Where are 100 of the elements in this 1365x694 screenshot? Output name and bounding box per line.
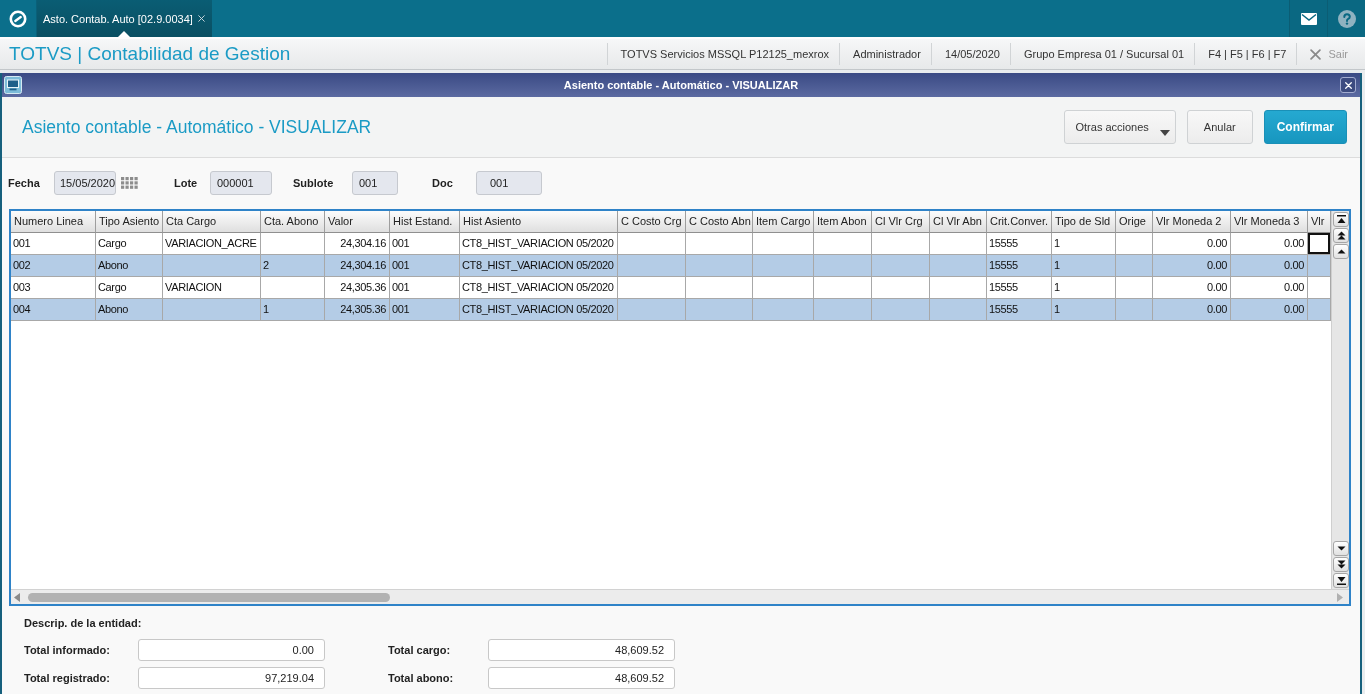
total-label: Total informado: (24, 644, 111, 656)
table-cell (814, 277, 872, 299)
column-header[interactable]: Hist Estand. (390, 211, 460, 233)
table-cell: 1 (1052, 255, 1116, 277)
page-down-button[interactable] (1333, 557, 1349, 572)
arrow-to-bottom-icon (1336, 576, 1346, 585)
column-header[interactable]: Cta. Abono (261, 211, 325, 233)
horizontal-scrollbar[interactable] (11, 589, 1349, 604)
table-cell (753, 255, 814, 277)
help-icon (1337, 9, 1356, 28)
column-header[interactable]: Vlr (1308, 211, 1331, 233)
app-tab[interactable]: Asto. Contab. Auto [02.9.0034] (37, 0, 212, 37)
scroll-up-button[interactable] (1333, 244, 1349, 259)
environment-label: TOTVS Servicios MSSQL P12125_mexrox (606, 43, 840, 65)
table-cell: VARIACION_ACRE (163, 233, 261, 255)
table-cell (930, 299, 987, 321)
window-title: Asiento contable - Automático - VISUALIZAR (562, 79, 800, 91)
table-cell (872, 277, 930, 299)
column-header[interactable]: Item Cargo (753, 211, 814, 233)
table-cell (930, 233, 987, 255)
help-button[interactable] (1327, 0, 1365, 37)
total-label: Total abono: (388, 672, 455, 684)
more-actions-button[interactable]: Otras acciones (1064, 110, 1176, 144)
table-cell: 001 (390, 255, 460, 277)
table-cell: 0.00 (1153, 299, 1231, 321)
vertical-scrollbar[interactable] (1331, 211, 1349, 589)
table-cell: 0.00 (1231, 277, 1308, 299)
table-cell (1116, 255, 1153, 277)
arrow-up-icon (1336, 247, 1346, 256)
table-cell: 24,305.36 (325, 299, 390, 321)
amount-field[interactable]: 0.00 (138, 639, 325, 661)
column-header[interactable]: Cl Vlr Abn (930, 211, 987, 233)
shortcut-keys-label: F4 | F5 | F6 | F7 (1194, 43, 1297, 65)
column-header[interactable]: Orige (1116, 211, 1153, 233)
table-cell: 001 (11, 233, 96, 255)
text-field[interactable]: 001 (352, 171, 398, 195)
scroll-top-button[interactable] (1333, 212, 1349, 227)
table-cell (686, 277, 753, 299)
close-icon (1344, 81, 1352, 89)
date-field[interactable]: 15/05/2020 (54, 171, 116, 195)
table-cell (872, 255, 930, 277)
table-cell: 15555 (987, 299, 1052, 321)
amount-field[interactable]: 48,609.52 (488, 639, 675, 661)
column-header[interactable]: Cta Cargo (163, 211, 261, 233)
column-header[interactable]: Item Abon (814, 211, 872, 233)
scrollbar-thumb[interactable] (28, 592, 390, 602)
double-arrow-down-icon (1336, 560, 1346, 569)
table-cell: CT8_HIST_VARIACION 05/2020 (460, 277, 618, 299)
field-label: Sublote (293, 177, 335, 189)
cancel-button[interactable]: Anular (1186, 110, 1253, 144)
scroll-down-button[interactable] (1333, 541, 1349, 556)
column-header[interactable]: Vlr Moneda 3 (1231, 211, 1308, 233)
column-header[interactable]: Vlr Moneda 2 (1153, 211, 1231, 233)
table-cell: 24,304.16 (325, 255, 390, 277)
column-header[interactable]: C Costo Abn (686, 211, 753, 233)
table-cell (618, 233, 686, 255)
column-header[interactable]: Tipo Asiento (96, 211, 163, 233)
table-cell (618, 255, 686, 277)
column-header[interactable]: Numero Linea (11, 211, 96, 233)
table-cell: CT8_HIST_VARIACION 05/2020 (460, 299, 618, 321)
table-cell (618, 277, 686, 299)
column-header[interactable]: Cl Vlr Crg (872, 211, 930, 233)
table-cell: 0.00 (1231, 233, 1308, 255)
amount-field[interactable]: 97,219.04 (138, 667, 325, 689)
table-cell: Cargo (96, 233, 163, 255)
column-header[interactable]: Crit.Conver. (987, 211, 1052, 233)
table-cell: Cargo (96, 277, 163, 299)
table-cell (686, 233, 753, 255)
calendar-icon[interactable] (121, 177, 138, 189)
mail-button[interactable] (1289, 0, 1327, 37)
text-field[interactable]: 000001 (210, 171, 272, 195)
description-label: Descrip. de la entidad: (24, 616, 143, 630)
text-field[interactable]: 001 (476, 171, 542, 195)
company-label: Grupo Empresa 01 / Sucursal 01 (1009, 43, 1195, 65)
close-button[interactable] (1340, 77, 1356, 93)
table-cell: CT8_HIST_VARIACION 05/2020 (460, 233, 618, 255)
table-cell: 0.00 (1231, 255, 1308, 277)
app-title: TOTVS | Contabilidad de Gestion (9, 43, 292, 65)
table-cell (1116, 233, 1153, 255)
table-cell (814, 255, 872, 277)
table-cell: Abono (96, 299, 163, 321)
arrow-down-icon (1336, 544, 1346, 553)
table-cell: 0.00 (1153, 277, 1231, 299)
table-cell (1116, 299, 1153, 321)
column-header[interactable]: Valor (325, 211, 390, 233)
table-cell (930, 277, 987, 299)
scroll-bottom-button[interactable] (1333, 573, 1349, 588)
amount-field[interactable]: 48,609.52 (488, 667, 675, 689)
table-cell: 15555 (987, 255, 1052, 277)
table-cell (753, 233, 814, 255)
column-header[interactable]: C Costo Crg (618, 211, 686, 233)
table-cell: 1 (1052, 233, 1116, 255)
column-header[interactable]: Hist Asiento (460, 211, 618, 233)
close-icon (1310, 48, 1322, 60)
table-cell: 24,304.16 (325, 233, 390, 255)
date-label: 14/05/2020 (930, 43, 1010, 65)
table-cell: 1 (1052, 277, 1116, 299)
column-header[interactable]: Tipo de Sld (1052, 211, 1116, 233)
page-up-button[interactable] (1333, 228, 1349, 243)
arrow-left-icon[interactable] (14, 592, 20, 602)
